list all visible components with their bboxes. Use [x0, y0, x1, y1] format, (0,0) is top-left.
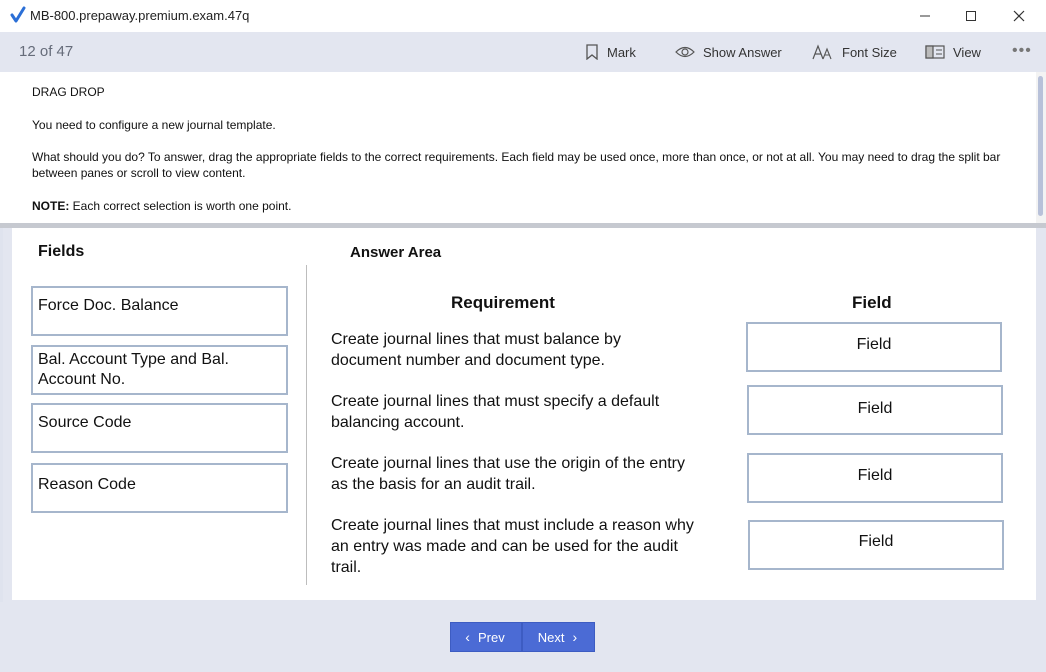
view-label: View [953, 44, 981, 60]
field-option-reason-code[interactable]: Reason Code [31, 463, 288, 513]
chevron-right-icon: › [572, 629, 578, 645]
question-counter: 12 of 47 [19, 43, 74, 60]
question-instructions: What should you do? To answer, drag the … [32, 150, 1001, 180]
show-answer-button[interactable]: Show Answer [675, 32, 782, 72]
field-option-source-code[interactable]: Source Code [31, 403, 288, 453]
font-size-icon [812, 44, 832, 60]
drop-target-2[interactable]: Field [747, 385, 1003, 435]
requirement-1: Create journal lines that must balance b… [331, 331, 621, 369]
bookmark-icon [586, 44, 598, 60]
title-bar: MB-800.prepaway.premium.exam.47q [0, 0, 1046, 32]
answer-area-heading: Answer Area [350, 244, 442, 261]
drop-target-1[interactable]: Field [746, 322, 1002, 372]
question-note: NOTE: Each correct selection is worth on… [32, 198, 291, 214]
requirement-heading: Requirement [451, 293, 555, 312]
close-icon [1013, 10, 1025, 22]
close-button[interactable] [996, 0, 1042, 32]
more-options-button[interactable]: ••• [1012, 42, 1032, 60]
drop-target-4[interactable]: Field [748, 520, 1004, 570]
prev-button[interactable]: ‹ Prev [450, 622, 522, 652]
eye-icon [675, 46, 695, 58]
maximize-icon [966, 11, 976, 21]
minimize-button[interactable] [902, 0, 948, 32]
view-button[interactable]: View [925, 32, 981, 72]
font-size-button[interactable]: Font Size [812, 32, 897, 72]
fields-heading: Fields [38, 243, 85, 260]
field-column-heading: Field [852, 293, 892, 312]
font-size-label: Font Size [842, 44, 897, 60]
question-panel: DRAG DROP You need to configure a new jo… [0, 72, 1036, 223]
note-label: NOTE: [32, 199, 70, 213]
question-intro: You need to configure a new journal temp… [32, 118, 276, 132]
maximize-button[interactable] [948, 0, 994, 32]
minimize-icon [920, 15, 930, 17]
window-title: MB-800.prepaway.premium.exam.47q [30, 8, 250, 23]
question-scrollbar[interactable] [1036, 72, 1046, 223]
field-option-bal-account-type[interactable]: Bal. Account Type and Bal. Account No. [31, 345, 288, 395]
note-text: Each correct selection is worth one poin… [69, 199, 292, 213]
view-icon [925, 45, 945, 59]
app-check-icon [10, 6, 26, 23]
toolbar: 12 of 47 Mark Show Answer Font Size View… [0, 32, 1046, 72]
pane-edge [0, 228, 3, 602]
next-button[interactable]: Next › [522, 622, 595, 652]
requirement-4: Create journal lines that must include a… [331, 517, 694, 576]
next-label: Next [537, 629, 565, 645]
requirement-2: Create journal lines that must specify a… [331, 393, 660, 431]
prev-label: Prev [477, 629, 505, 645]
question-type: DRAG DROP [32, 85, 105, 99]
show-answer-label: Show Answer [703, 44, 782, 60]
mark-button[interactable]: Mark [585, 32, 636, 72]
exhibit-divider [306, 265, 307, 585]
chevron-left-icon: ‹ [465, 629, 470, 645]
field-option-force-doc-balance[interactable]: Force Doc. Balance [31, 286, 288, 336]
mark-label: Mark [607, 44, 636, 60]
footer-nav: ‹ Prev Next › [0, 602, 1046, 672]
scrollbar-thumb[interactable] [1038, 76, 1043, 216]
drop-target-3[interactable]: Field [747, 453, 1003, 503]
requirement-3: Create journal lines that use the origin… [331, 455, 685, 493]
